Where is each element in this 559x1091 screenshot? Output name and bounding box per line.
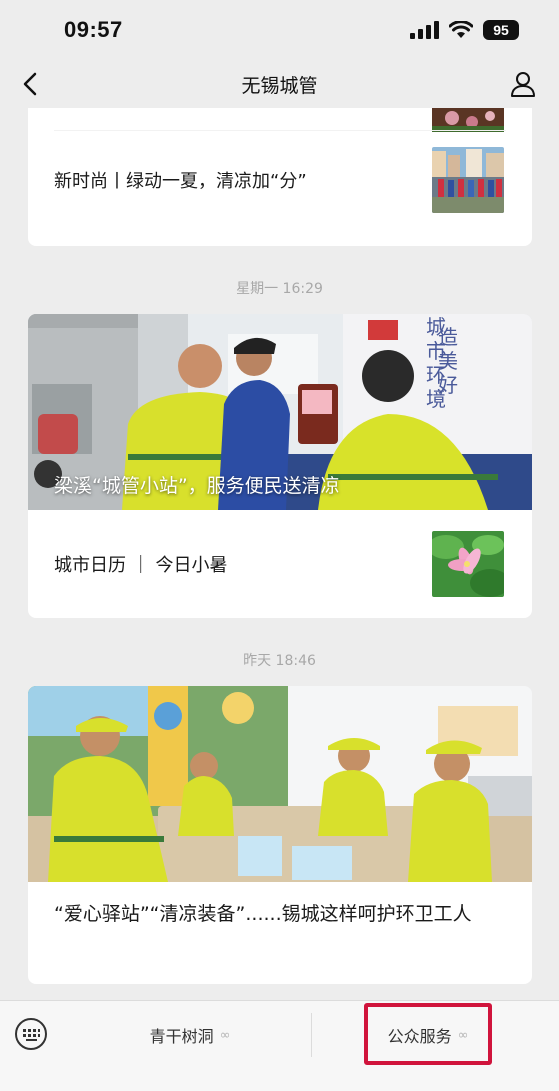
- battery-indicator: 95: [483, 20, 519, 40]
- timestamp: 星期一 16:29: [236, 281, 323, 297]
- link-icon: ∞: [219, 1027, 231, 1043]
- status-icons: 95: [409, 20, 519, 40]
- article-hero-image[interactable]: [28, 686, 532, 882]
- status-bar: 09:57 95: [0, 0, 559, 60]
- divider: [54, 130, 506, 131]
- timestamp: 昨天 18:46: [243, 653, 316, 669]
- status-time: 09:57: [64, 17, 123, 42]
- svg-text:美: 美: [438, 349, 458, 373]
- menu-item-label: 青干树洞: [149, 1027, 214, 1046]
- signal-icon: [410, 21, 439, 39]
- article-row[interactable]: 城市日历 ｜ 今日小暑: [28, 510, 532, 618]
- article-thumbnail: [432, 147, 504, 213]
- article-card-3[interactable]: “爱心驿站”“清凉装备”......锡城这样呵护环卫工人: [28, 686, 532, 984]
- article-title: “爱心驿站”“清凉装备”......锡城这样呵护环卫工人: [54, 903, 472, 925]
- article-hero-image[interactable]: 城 市 环 境 造 美 好 梁溪“城管小站”，服务便民送清凉: [28, 314, 532, 510]
- article-thumbnail-previous: [432, 108, 504, 132]
- chevron-left-icon: [23, 72, 37, 96]
- menu-divider: [311, 1013, 312, 1057]
- article-thumbnail: [432, 531, 504, 597]
- hero-photo: [28, 686, 532, 882]
- hero-caption: 梁溪“城管小站”，服务便民送清凉: [54, 475, 340, 497]
- profile-button[interactable]: [507, 68, 539, 100]
- back-button[interactable]: [14, 68, 46, 100]
- wifi-icon: [449, 21, 473, 38]
- article-row[interactable]: 新时尚丨绿动一夏，清凉加“分”: [28, 134, 532, 226]
- keyboard-icon: [15, 1018, 47, 1050]
- menu-item-qinggan-shudong[interactable]: 青干树洞 ∞: [100, 1015, 280, 1055]
- nav-bar: 无锡城管: [0, 60, 559, 108]
- message-feed[interactable]: 新时尚丨绿动一夏，清凉加“分” 星期一 16:29 城 市 环 境 造 美 好 …: [0, 108, 559, 1000]
- article-title: 城市日历 ｜ 今日小暑: [54, 555, 228, 576]
- svg-text:造: 造: [438, 325, 458, 349]
- bottom-menu-bar: 青干树洞 ∞ 公众服务 ∞: [0, 1000, 559, 1091]
- svg-text:好: 好: [438, 373, 458, 397]
- keyboard-toggle-button[interactable]: [14, 1017, 48, 1051]
- article-card-2[interactable]: 城 市 环 境 造 美 好 梁溪“城管小站”，服务便民送清凉 城市日历 ｜ 今日…: [28, 314, 532, 618]
- page-title: 无锡城管: [241, 74, 318, 97]
- user-icon: [511, 72, 535, 97]
- article-card-1[interactable]: 新时尚丨绿动一夏，清凉加“分”: [28, 108, 532, 246]
- article-title: 新时尚丨绿动一夏，清凉加“分”: [54, 171, 307, 192]
- highlight-box: [364, 1003, 492, 1065]
